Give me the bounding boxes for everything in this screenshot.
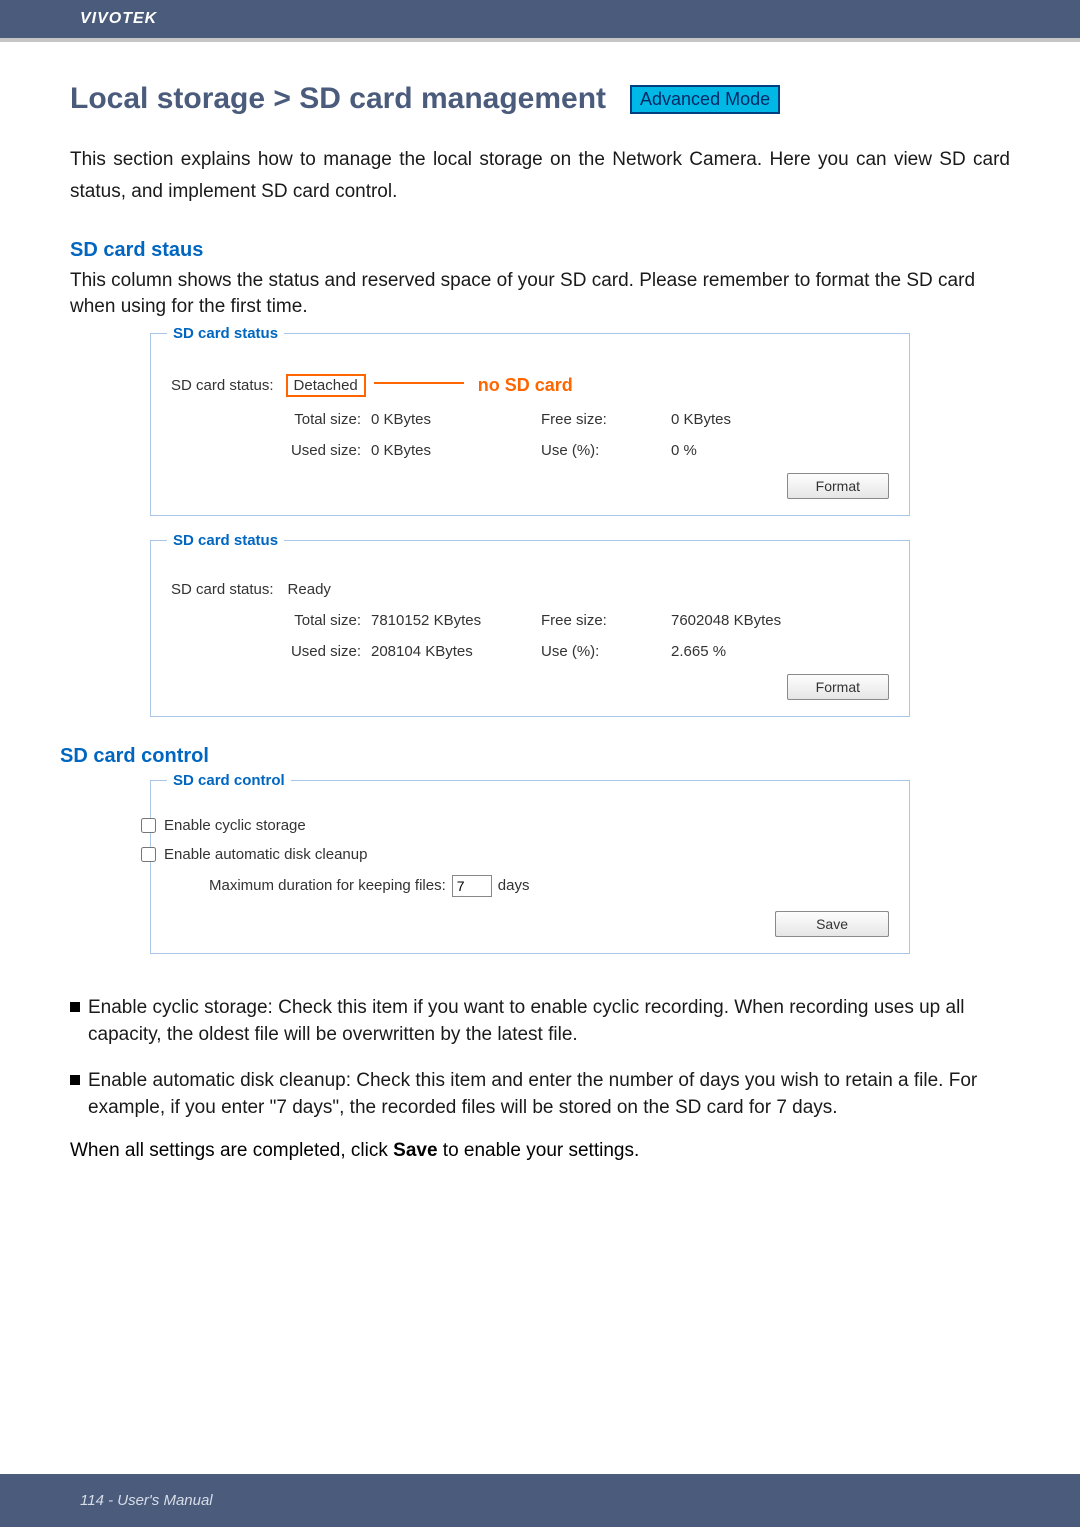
mode-badge: Advanced Mode [630,85,780,114]
free-size-label: Free size: [541,411,671,428]
cyclic-storage-row: Enable cyclic storage [141,817,889,834]
cleanup-label: Enable automatic disk cleanup [164,846,367,863]
stat-grid: Total size: 7810152 KBytes Free size: 76… [211,612,889,660]
bullet-item: Enable cyclic storage: Check this item i… [70,994,1010,1049]
save-btn-row: Save [171,911,889,937]
use-pct-value: 0 % [671,442,821,459]
use-pct-label: Use (%): [541,442,671,459]
fieldset-legend: SD card control [167,772,291,789]
final-note: When all settings are completed, click S… [70,1140,1010,1162]
total-size-label: Total size: [211,612,371,629]
brand-bar: VIVOTEK [0,0,1080,38]
annotation-no-sd: no SD card [478,375,573,396]
cyclic-checkbox[interactable] [141,818,156,833]
status-value-detached: Detached [286,374,366,397]
page-title-row: Local storage > SD card management Advan… [70,82,1010,116]
max-duration-input[interactable] [452,875,492,897]
max-duration-unit: days [498,877,530,894]
status-row: SD card status: Ready [171,581,889,598]
fieldset-legend: SD card status [167,325,284,342]
annotation-connector [374,382,464,384]
intro-text: This section explains how to manage the … [70,144,1010,209]
bullet-text: Enable cyclic storage: Check this item i… [88,994,1010,1049]
max-duration-row: Maximum duration for keeping files: days [209,875,889,897]
sd-status-panel-ready: SD card status SD card status: Ready Tot… [150,540,910,717]
use-pct-value: 2.665 % [671,643,821,660]
cleanup-checkbox[interactable] [141,847,156,862]
use-pct-label: Use (%): [541,643,671,660]
status-row: SD card status: Detached no SD card [171,374,889,397]
used-size-value: 0 KBytes [371,442,541,459]
status-value-ready: Ready [288,581,331,598]
bullet-list: Enable cyclic storage: Check this item i… [70,994,1010,1122]
bullet-icon [70,1075,80,1085]
format-button[interactable]: Format [787,674,889,700]
free-size-value: 0 KBytes [671,411,821,428]
status-label: SD card status: [171,377,274,394]
total-size-value: 0 KBytes [371,411,541,428]
used-size-value: 208104 KBytes [371,643,541,660]
bullet-icon [70,1002,80,1012]
sd-status-desc: This column shows the status and reserve… [70,268,1010,321]
fieldset-legend: SD card status [167,532,284,549]
free-size-label: Free size: [541,612,671,629]
bullet-item: Enable automatic disk cleanup: Check thi… [70,1067,1010,1122]
format-btn-row: Format [171,473,889,499]
sd-control-heading: SD card control [60,745,1010,768]
sd-status-heading: SD card staus [70,239,1010,262]
total-size-label: Total size: [211,411,371,428]
cyclic-label: Enable cyclic storage [164,817,306,834]
sd-status-panel-detached: SD card status SD card status: Detached … [150,333,910,516]
status-label: SD card status: [171,581,274,598]
save-button[interactable]: Save [775,911,889,937]
footer: 114 - User's Manual [0,1474,1080,1527]
final-note-bold: Save [393,1140,437,1161]
used-size-label: Used size: [211,442,371,459]
final-note-post: to enable your settings. [438,1140,640,1161]
content: Local storage > SD card management Advan… [0,42,1080,1162]
free-size-value: 7602048 KBytes [671,612,821,629]
auto-cleanup-row: Enable automatic disk cleanup [141,846,889,863]
total-size-value: 7810152 KBytes [371,612,541,629]
max-duration-label: Maximum duration for keeping files: [209,877,446,894]
used-size-label: Used size: [211,643,371,660]
final-note-pre: When all settings are completed, click [70,1140,393,1161]
format-button[interactable]: Format [787,473,889,499]
stat-grid: Total size: 0 KBytes Free size: 0 KBytes… [211,411,889,459]
page-title: Local storage > SD card management [70,82,606,116]
sd-control-panel: SD card control Enable cyclic storage En… [150,780,910,954]
bullet-text: Enable automatic disk cleanup: Check thi… [88,1067,1010,1122]
format-btn-row: Format [171,674,889,700]
